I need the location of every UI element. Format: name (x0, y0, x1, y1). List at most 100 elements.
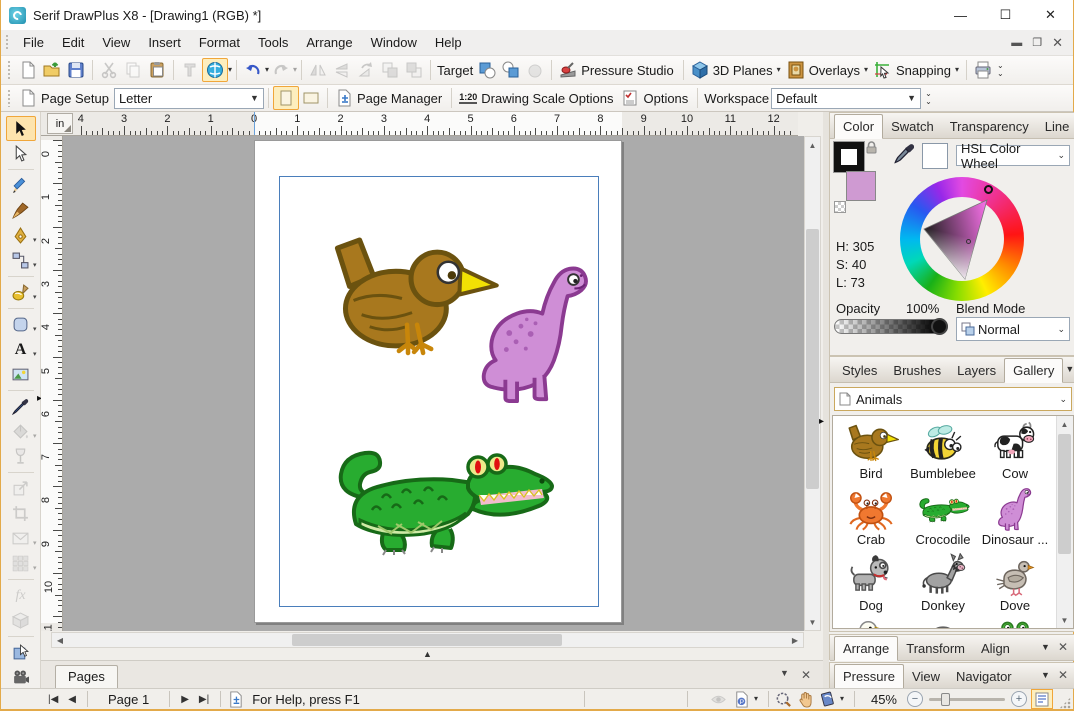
zoom-tool-icon[interactable] (775, 691, 792, 708)
status-page-manager-icon[interactable] (227, 691, 244, 708)
paintbrush-tool[interactable] (6, 198, 36, 223)
opacity-knob[interactable] (931, 318, 948, 335)
gallery-item-dove[interactable]: Dove (979, 550, 1051, 616)
pen-tool[interactable]: ▾ (6, 223, 36, 248)
last-page-button[interactable]: ▶| (194, 694, 214, 705)
doc-minimize-button[interactable]: ▬ (1011, 37, 1022, 49)
toolbar2-overflow-button[interactable]: ⌄⌄ (925, 90, 932, 106)
panel-collapse-handle[interactable]: ▸ (819, 417, 824, 427)
tab-pressure[interactable]: Pressure (834, 664, 904, 689)
rotate-view-dropdown[interactable]: ▾ (840, 695, 844, 703)
gallery-item-crocodile[interactable]: Crocodile (907, 484, 979, 550)
close-button[interactable]: ✕ (1028, 0, 1073, 30)
save-button[interactable] (64, 58, 88, 82)
connector-tool[interactable]: ▾ (6, 248, 36, 273)
rotate-view-icon[interactable] (819, 691, 836, 708)
undo-button[interactable] (241, 58, 265, 82)
gallery-item-dog[interactable]: Dog (835, 550, 907, 616)
gallery-item-bird[interactable]: Bird (835, 418, 907, 484)
lock-icon[interactable] (866, 141, 877, 154)
page-setup-button[interactable]: Page Setup (16, 86, 114, 110)
tab-align[interactable]: Align (973, 637, 1018, 660)
fill-brush-tool[interactable]: ▾ (6, 280, 36, 305)
menu-item-window[interactable]: Window (362, 31, 426, 54)
new-document-button[interactable] (16, 58, 40, 82)
menu-item-help[interactable]: Help (426, 31, 471, 54)
opacity-slider[interactable] (834, 319, 948, 334)
drawing-scale-button[interactable]: 1:20Drawing Scale Options (456, 86, 618, 110)
tab-arrange[interactable]: Arrange (834, 636, 898, 661)
quick-shape-tool[interactable]: ▾ (6, 312, 36, 337)
page-manager-button[interactable]: Page Manager (332, 86, 447, 110)
zoom-in-button[interactable]: + (1011, 691, 1027, 707)
pressure-studio-button[interactable]: Pressure Studio (556, 58, 679, 82)
overlays-button[interactable]: Overlays▾ (784, 58, 871, 82)
preview-mode-dropdown[interactable]: ▾ (754, 695, 758, 703)
toolbar-overflow-button[interactable]: ⌄⌄ (997, 62, 1004, 78)
text-tool[interactable]: A▾ (6, 337, 36, 362)
scroll-left-arrow[interactable]: ◀ (52, 633, 68, 647)
tab-navigator[interactable]: Navigator (948, 665, 1020, 688)
node-tool[interactable] (6, 141, 36, 166)
blend-mode-select[interactable]: Normal⌄ (956, 317, 1070, 341)
gallery-item-donkey[interactable]: Donkey (907, 550, 979, 616)
menu-item-arrange[interactable]: Arrange (297, 31, 361, 54)
arrange-panel-menu-button[interactable]: ▼ (1041, 642, 1050, 652)
gallery-item-cow[interactable]: Cow (979, 418, 1051, 484)
pressure-panel-menu-button[interactable]: ▼ (1041, 670, 1050, 680)
paper-size-select[interactable]: Letter▼ (114, 88, 264, 109)
rotate-canvas-dropdown[interactable]: ▾ (228, 66, 232, 74)
canvas-dinosaur-drawing[interactable] (480, 263, 592, 404)
pencil-tool[interactable] (6, 173, 36, 198)
open-button[interactable] (40, 58, 64, 82)
vertical-scroll-thumb[interactable] (806, 229, 819, 489)
gallery-scroll-down[interactable]: ▼ (1057, 612, 1072, 628)
scroll-down-arrow[interactable]: ▼ (805, 614, 820, 630)
landscape-button[interactable] (299, 86, 323, 110)
no-fill-swatch[interactable] (834, 201, 846, 213)
tab-transform[interactable]: Transform (898, 637, 973, 660)
doc-close-button[interactable]: ✕ (1052, 35, 1063, 51)
workspace-select[interactable]: Default▼ (771, 88, 921, 109)
gallery-item-dinosaur[interactable]: Dinosaur ... (979, 484, 1051, 550)
target-square-button[interactable] (475, 58, 499, 82)
canvas-viewport[interactable] (63, 136, 804, 631)
tab-view[interactable]: View (904, 665, 948, 688)
fit-page-button[interactable] (1031, 689, 1053, 709)
keyframe-camera-tool[interactable] (6, 665, 36, 690)
arrange-panel-close-button[interactable]: ✕ (1058, 640, 1068, 654)
next-page-button[interactable]: ▶ (176, 694, 194, 705)
gallery-panel-menu-button[interactable]: ▼ (1065, 364, 1074, 374)
horizontal-scrollbar[interactable]: ◀ ▶ (51, 632, 804, 648)
hue-marker[interactable] (984, 185, 993, 194)
resize-grip[interactable] (1059, 697, 1071, 709)
canvas-crocodile-drawing[interactable] (320, 438, 560, 556)
menu-item-edit[interactable]: Edit (53, 31, 93, 54)
tab-gallery[interactable]: Gallery (1004, 358, 1063, 383)
pointer-tool[interactable] (6, 116, 36, 141)
pan-hand-icon[interactable] (797, 691, 814, 708)
tab-color[interactable]: Color (834, 114, 883, 139)
minimize-button[interactable]: — (938, 0, 983, 30)
maximize-button[interactable]: ☐ (983, 0, 1028, 30)
gallery-category-select[interactable]: Animals⌄ (834, 387, 1072, 411)
blend-tool[interactable] (6, 640, 36, 665)
print-button[interactable] (971, 58, 995, 82)
gallery-scroll-up[interactable]: ▲ (1057, 416, 1072, 432)
target-circle-button[interactable] (499, 58, 523, 82)
menu-item-tools[interactable]: Tools (249, 31, 297, 54)
v-ruler[interactable]: 01234567891011 (41, 136, 63, 631)
pages-splitter-handle[interactable]: ▲ (423, 649, 432, 659)
3d-planes-button[interactable]: 3D Planes▾ (688, 58, 784, 82)
tab-brushes[interactable]: Brushes (885, 359, 949, 382)
tab-swatch[interactable]: Swatch (883, 115, 942, 138)
zoom-slider-knob[interactable] (941, 693, 950, 706)
hsl-color-wheel[interactable] (900, 177, 1024, 301)
ruler-units-box[interactable]: in (47, 113, 73, 134)
pages-menu-button[interactable]: ▼ (780, 668, 789, 682)
document-page[interactable] (254, 140, 622, 623)
sl-marker[interactable] (966, 239, 971, 244)
vertical-scrollbar[interactable]: ▲ ▼ (804, 136, 821, 631)
pressure-panel-close-button[interactable]: ✕ (1058, 668, 1068, 682)
insert-picture-tool[interactable] (6, 362, 36, 387)
